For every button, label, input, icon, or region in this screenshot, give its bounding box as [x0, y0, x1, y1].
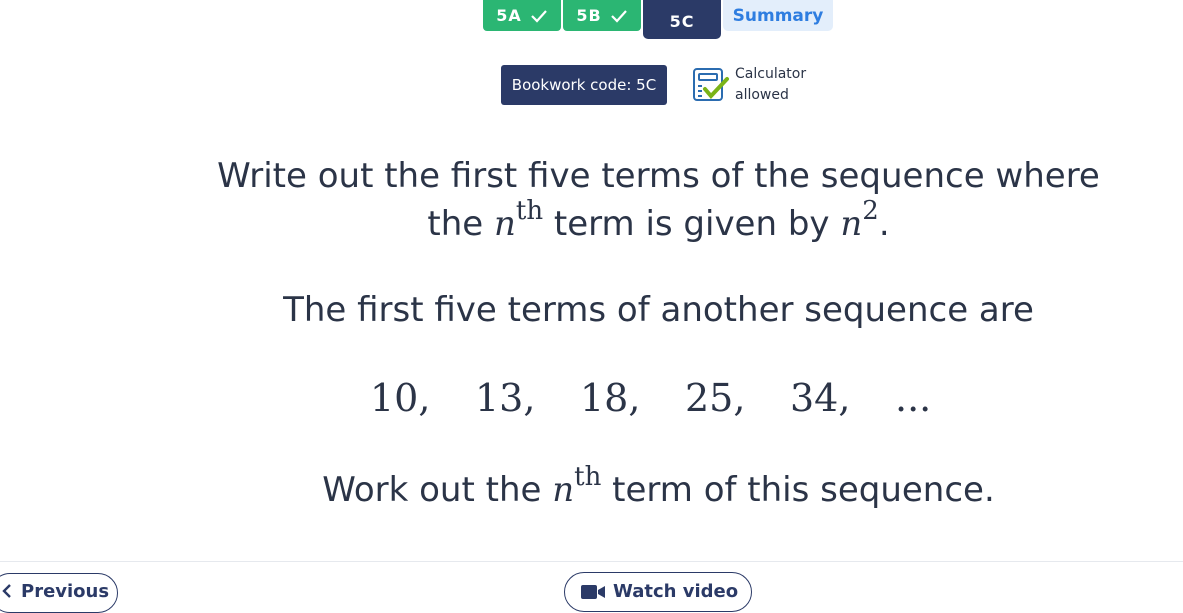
question-part-2: The first five terms of another sequence…	[283, 290, 1034, 330]
watch-video-button[interactable]: Watch video	[564, 572, 752, 612]
math-n: n	[552, 470, 575, 510]
question-part-1-line-1: Write out the first five terms of the se…	[217, 156, 1100, 196]
math-th: th	[515, 196, 544, 226]
tab-5b[interactable]: 5B	[563, 0, 641, 31]
question-part-1-line-2: the nth term is given by n2.	[134, 196, 1183, 251]
video-camera-icon	[581, 585, 605, 599]
sequence-term: 13,	[475, 376, 536, 420]
previous-button[interactable]: Previous	[0, 573, 118, 613]
question-part-1: Write out the first five terms of the se…	[0, 152, 1183, 251]
sequence-term: 10,	[370, 376, 431, 420]
allowed-label: allowed	[735, 87, 789, 103]
calculator-allowed-text: Calculator allowed	[735, 64, 806, 106]
previous-label: Previous	[21, 581, 110, 602]
footer-divider	[0, 561, 1183, 562]
text-term-of-sequence: term of this sequence.	[601, 470, 995, 510]
text-the: the	[427, 204, 494, 244]
watch-video-label: Watch video	[613, 581, 739, 602]
sequence-term: 18,	[580, 376, 641, 420]
tab-5c[interactable]: 5C	[643, 0, 721, 39]
bookwork-code-label: Bookwork code: 5C	[511, 76, 657, 94]
text-work-out-the: Work out the	[322, 470, 553, 510]
calculator-allowed-icon	[693, 68, 729, 101]
chevron-left-icon	[2, 584, 11, 598]
tab-5c-label: 5C	[669, 12, 695, 31]
sequence-ellipsis: ...	[895, 376, 932, 420]
text-term-given-by: term is given by	[543, 204, 841, 244]
calculator-label: Calculator	[735, 66, 807, 82]
section-tabs: 5A 5B 5C Summary	[0, 0, 1183, 40]
text-period: .	[878, 204, 890, 244]
math-th: th	[574, 462, 602, 492]
tab-5a[interactable]: 5A	[483, 0, 561, 31]
math-power: 2	[862, 196, 879, 226]
bookwork-code-badge: Bookwork code: 5C	[501, 65, 667, 105]
math-n: n	[493, 204, 516, 244]
sequence-term: 34,	[790, 376, 851, 420]
tab-summary-label: Summary	[732, 5, 824, 26]
tab-summary[interactable]: Summary	[723, 0, 833, 31]
check-icon	[530, 9, 547, 23]
math-n-squared: n	[840, 204, 863, 244]
question-part-3: Work out the nth term of this sequence.	[0, 462, 1183, 510]
tab-5a-label: 5A	[496, 6, 522, 25]
sequence-terms: 10, 13, 18, 25, 34,...	[370, 376, 970, 420]
check-icon	[610, 9, 627, 23]
sequence-term: 25,	[685, 376, 746, 420]
tab-5b-label: 5B	[576, 6, 602, 25]
